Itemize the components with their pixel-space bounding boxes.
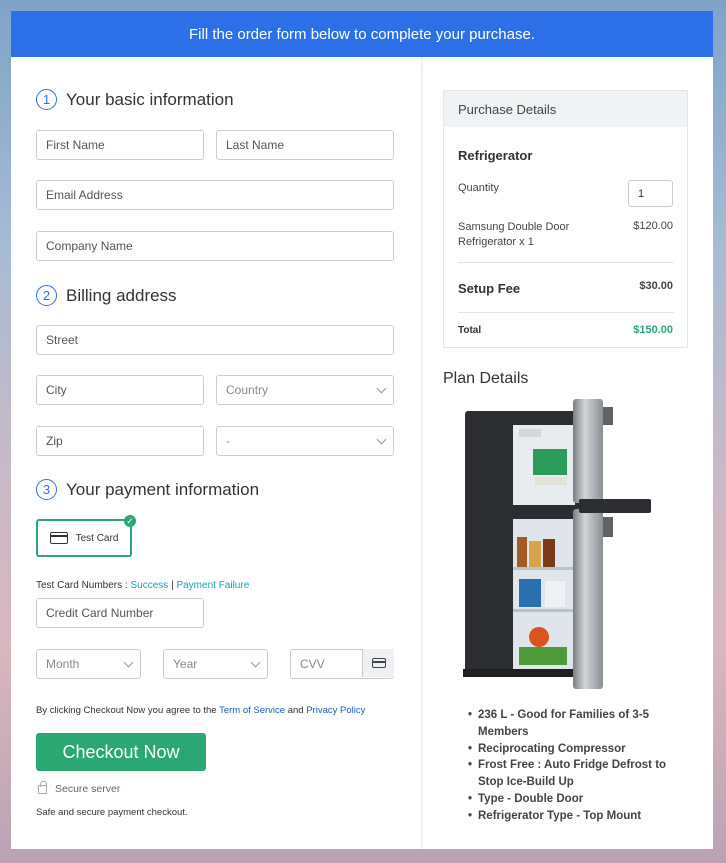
section-basic-info: 1 Your basic information	[36, 89, 234, 110]
month-select[interactable]: Month	[36, 649, 141, 679]
step-number-3: 3	[36, 479, 57, 500]
plan-feature: Refrigerator Type - Top Mount	[468, 808, 678, 825]
step-number-2: 2	[36, 285, 57, 306]
line-item-price: $120.00	[633, 220, 673, 232]
quantity-label: Quantity	[458, 182, 499, 194]
section-billing: 2 Billing address	[36, 285, 177, 306]
country-value: Country	[226, 383, 269, 397]
company-field[interactable]: Company Name	[36, 231, 394, 261]
section-title: Billing address	[66, 285, 177, 305]
checkmark-icon: ✓	[124, 515, 136, 527]
setup-fee-price: $30.00	[639, 280, 673, 292]
email-field[interactable]: Email Address	[36, 180, 394, 210]
purchase-details-box: Purchase Details Refrigerator Quantity 1…	[443, 90, 688, 348]
test-card-option[interactable]: Test Card ✓	[36, 515, 136, 557]
column-divider	[421, 57, 423, 849]
safe-checkout-text: Safe and secure payment checkout.	[36, 807, 188, 818]
plan-feature: Reciprocating Compressor	[468, 741, 678, 758]
credit-card-icon	[49, 532, 68, 544]
divider	[458, 312, 674, 313]
terms-and: and	[287, 705, 304, 716]
card-number-field[interactable]: Credit Card Number	[36, 598, 204, 628]
divider	[458, 262, 674, 263]
zip-field[interactable]: Zip	[36, 426, 204, 456]
line-item-name: Samsung Double Door Refrigerator x 1	[458, 220, 569, 250]
last-name-field[interactable]: Last Name	[216, 130, 394, 160]
plan-details-title: Plan Details	[443, 370, 529, 387]
state-value: -	[226, 434, 230, 448]
year-select[interactable]: Year	[163, 649, 268, 679]
street-field[interactable]: Street	[36, 325, 394, 355]
chevron-down-icon	[376, 434, 387, 444]
checkout-button[interactable]: Checkout Now	[36, 733, 206, 771]
plan-feature: Frost Free : Auto Fridge Defrost to Stop…	[468, 757, 678, 791]
product-name: Refrigerator	[458, 148, 533, 163]
refrigerator-image	[463, 399, 651, 689]
setup-fee-label: Setup Fee	[458, 281, 521, 296]
total-label: Total	[458, 325, 482, 336]
top-banner: Fill the order form below to complete yo…	[11, 11, 713, 57]
section-payment: 3 Your payment information	[36, 479, 259, 500]
state-select[interactable]: -	[216, 426, 394, 456]
quantity-input[interactable]: 1	[628, 180, 673, 207]
total-price: $150.00	[633, 324, 673, 336]
privacy-policy-link[interactable]: Privacy Policy	[306, 705, 365, 716]
plan-features-list: 236 L - Good for Families of 3-5 Members…	[468, 707, 678, 825]
credit-card-icon	[371, 658, 386, 668]
test-card-label: Test Card	[75, 532, 119, 544]
order-form-card: 1 Your basic information First Name Last…	[11, 57, 713, 849]
line-item-name-2: Refrigerator x 1	[458, 236, 534, 248]
terms-prefix: By clicking Checkout Now you agree to th…	[36, 705, 217, 716]
secure-server: Secure server	[38, 780, 121, 795]
first-name-field[interactable]: First Name	[36, 130, 204, 160]
terms-of-service-link[interactable]: Term of Service	[219, 705, 285, 716]
payment-failure-link[interactable]: Payment Failure	[176, 580, 249, 591]
test-numbers-label: Test Card Numbers :	[36, 580, 128, 591]
year-value: Year	[173, 657, 198, 671]
section-title: Your payment information	[66, 479, 260, 499]
city-field[interactable]: City	[36, 375, 204, 405]
month-value: Month	[46, 657, 80, 671]
line-item-name-1: Samsung Double Door	[458, 221, 570, 233]
chevron-down-icon	[376, 383, 387, 393]
success-link[interactable]: Success	[130, 580, 168, 591]
section-title: Your basic information	[66, 89, 234, 109]
secure-server-label: Secure server	[55, 783, 121, 795]
plan-feature: 236 L - Good for Families of 3-5 Members	[468, 707, 678, 741]
purchase-details-header: Purchase Details	[444, 91, 687, 127]
country-select[interactable]: Country	[216, 375, 394, 405]
lock-icon	[38, 780, 47, 794]
test-card-numbers: Test Card Numbers : Success | Payment Fa…	[36, 580, 249, 591]
chevron-down-icon	[250, 657, 261, 667]
plan-feature: Type - Double Door	[468, 791, 678, 808]
chevron-down-icon	[123, 657, 134, 667]
terms-text: By clicking Checkout Now you agree to th…	[36, 705, 365, 716]
link-separator: |	[171, 580, 174, 591]
step-number-1: 1	[36, 89, 57, 110]
cvv-help-button[interactable]	[362, 649, 394, 677]
